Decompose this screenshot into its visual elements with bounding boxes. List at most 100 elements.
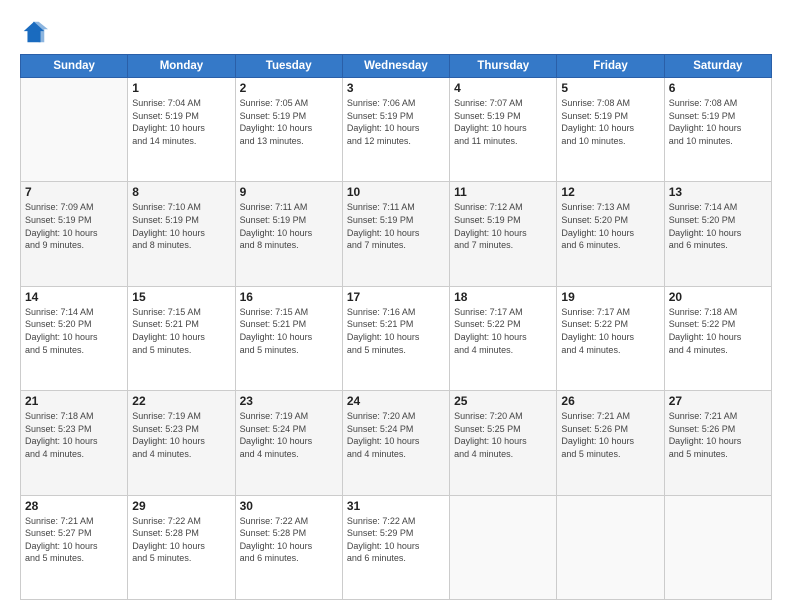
calendar-week-row: 7 Sunrise: 7:09 AM Sunset: 5:19 PM Daylig… <box>21 182 772 286</box>
calendar-day-header: Wednesday <box>342 55 449 78</box>
day-number: 1 <box>132 81 230 95</box>
day-info: Sunrise: 7:22 AM Sunset: 5:29 PM Dayligh… <box>347 515 445 565</box>
day-info: Sunrise: 7:10 AM Sunset: 5:19 PM Dayligh… <box>132 201 230 251</box>
calendar-cell: 18 Sunrise: 7:17 AM Sunset: 5:22 PM Dayli… <box>450 286 557 390</box>
calendar-cell <box>21 78 128 182</box>
day-number: 10 <box>347 185 445 199</box>
calendar-cell: 21 Sunrise: 7:18 AM Sunset: 5:23 PM Dayli… <box>21 391 128 495</box>
day-number: 18 <box>454 290 552 304</box>
day-number: 21 <box>25 394 123 408</box>
calendar-week-row: 21 Sunrise: 7:18 AM Sunset: 5:23 PM Dayli… <box>21 391 772 495</box>
day-info: Sunrise: 7:22 AM Sunset: 5:28 PM Dayligh… <box>132 515 230 565</box>
day-info: Sunrise: 7:08 AM Sunset: 5:19 PM Dayligh… <box>561 97 659 147</box>
calendar-cell: 1 Sunrise: 7:04 AM Sunset: 5:19 PM Daylig… <box>128 78 235 182</box>
day-info: Sunrise: 7:15 AM Sunset: 5:21 PM Dayligh… <box>240 306 338 356</box>
calendar-cell <box>450 495 557 599</box>
calendar-day-header: Tuesday <box>235 55 342 78</box>
day-info: Sunrise: 7:19 AM Sunset: 5:24 PM Dayligh… <box>240 410 338 460</box>
day-number: 7 <box>25 185 123 199</box>
calendar-cell: 10 Sunrise: 7:11 AM Sunset: 5:19 PM Dayli… <box>342 182 449 286</box>
calendar-cell: 30 Sunrise: 7:22 AM Sunset: 5:28 PM Dayli… <box>235 495 342 599</box>
calendar-cell: 31 Sunrise: 7:22 AM Sunset: 5:29 PM Dayli… <box>342 495 449 599</box>
day-info: Sunrise: 7:18 AM Sunset: 5:23 PM Dayligh… <box>25 410 123 460</box>
day-number: 25 <box>454 394 552 408</box>
calendar-cell: 4 Sunrise: 7:07 AM Sunset: 5:19 PM Daylig… <box>450 78 557 182</box>
day-number: 22 <box>132 394 230 408</box>
day-number: 17 <box>347 290 445 304</box>
day-info: Sunrise: 7:09 AM Sunset: 5:19 PM Dayligh… <box>25 201 123 251</box>
calendar-cell: 6 Sunrise: 7:08 AM Sunset: 5:19 PM Daylig… <box>664 78 771 182</box>
day-info: Sunrise: 7:15 AM Sunset: 5:21 PM Dayligh… <box>132 306 230 356</box>
day-number: 27 <box>669 394 767 408</box>
calendar-cell: 14 Sunrise: 7:14 AM Sunset: 5:20 PM Dayli… <box>21 286 128 390</box>
day-number: 31 <box>347 499 445 513</box>
day-number: 19 <box>561 290 659 304</box>
calendar-day-header: Thursday <box>450 55 557 78</box>
calendar-cell: 8 Sunrise: 7:10 AM Sunset: 5:19 PM Daylig… <box>128 182 235 286</box>
day-number: 26 <box>561 394 659 408</box>
calendar-header-row: SundayMondayTuesdayWednesdayThursdayFrid… <box>21 55 772 78</box>
calendar-cell: 20 Sunrise: 7:18 AM Sunset: 5:22 PM Dayli… <box>664 286 771 390</box>
calendar-cell: 27 Sunrise: 7:21 AM Sunset: 5:26 PM Dayli… <box>664 391 771 495</box>
day-number: 3 <box>347 81 445 95</box>
day-number: 23 <box>240 394 338 408</box>
day-info: Sunrise: 7:04 AM Sunset: 5:19 PM Dayligh… <box>132 97 230 147</box>
day-info: Sunrise: 7:17 AM Sunset: 5:22 PM Dayligh… <box>454 306 552 356</box>
calendar-week-row: 14 Sunrise: 7:14 AM Sunset: 5:20 PM Dayli… <box>21 286 772 390</box>
day-info: Sunrise: 7:05 AM Sunset: 5:19 PM Dayligh… <box>240 97 338 147</box>
calendar-cell: 2 Sunrise: 7:05 AM Sunset: 5:19 PM Daylig… <box>235 78 342 182</box>
day-number: 4 <box>454 81 552 95</box>
day-number: 14 <box>25 290 123 304</box>
logo <box>20 18 52 46</box>
day-info: Sunrise: 7:14 AM Sunset: 5:20 PM Dayligh… <box>25 306 123 356</box>
day-number: 16 <box>240 290 338 304</box>
calendar-cell: 15 Sunrise: 7:15 AM Sunset: 5:21 PM Dayli… <box>128 286 235 390</box>
calendar-cell: 16 Sunrise: 7:15 AM Sunset: 5:21 PM Dayli… <box>235 286 342 390</box>
day-info: Sunrise: 7:18 AM Sunset: 5:22 PM Dayligh… <box>669 306 767 356</box>
calendar-cell <box>664 495 771 599</box>
calendar-cell: 28Sunrise: 7:21 AM Sunset: 5:27 PM Dayli… <box>21 495 128 599</box>
day-number: 8 <box>132 185 230 199</box>
page: SundayMondayTuesdayWednesdayThursdayFrid… <box>0 0 792 612</box>
day-info: Sunrise: 7:21 AM Sunset: 5:26 PM Dayligh… <box>561 410 659 460</box>
day-number: 6 <box>669 81 767 95</box>
day-info: Sunrise: 7:12 AM Sunset: 5:19 PM Dayligh… <box>454 201 552 251</box>
calendar-cell: 17Sunrise: 7:16 AM Sunset: 5:21 PM Dayli… <box>342 286 449 390</box>
day-info: Sunrise: 7:21 AM Sunset: 5:27 PM Dayligh… <box>25 515 123 565</box>
calendar-cell: 7 Sunrise: 7:09 AM Sunset: 5:19 PM Daylig… <box>21 182 128 286</box>
calendar-cell: 23 Sunrise: 7:19 AM Sunset: 5:24 PM Dayli… <box>235 391 342 495</box>
day-info: Sunrise: 7:19 AM Sunset: 5:23 PM Dayligh… <box>132 410 230 460</box>
day-number: 29 <box>132 499 230 513</box>
calendar-cell: 13 Sunrise: 7:14 AM Sunset: 5:20 PM Dayli… <box>664 182 771 286</box>
day-number: 2 <box>240 81 338 95</box>
calendar-day-header: Monday <box>128 55 235 78</box>
day-number: 24 <box>347 394 445 408</box>
day-info: Sunrise: 7:08 AM Sunset: 5:19 PM Dayligh… <box>669 97 767 147</box>
calendar-cell: 29 Sunrise: 7:22 AM Sunset: 5:28 PM Dayli… <box>128 495 235 599</box>
day-info: Sunrise: 7:22 AM Sunset: 5:28 PM Dayligh… <box>240 515 338 565</box>
day-info: Sunrise: 7:20 AM Sunset: 5:24 PM Dayligh… <box>347 410 445 460</box>
calendar-cell: 24 Sunrise: 7:20 AM Sunset: 5:24 PM Dayli… <box>342 391 449 495</box>
header <box>20 18 772 46</box>
day-info: Sunrise: 7:11 AM Sunset: 5:19 PM Dayligh… <box>240 201 338 251</box>
logo-icon <box>20 18 48 46</box>
day-info: Sunrise: 7:17 AM Sunset: 5:22 PM Dayligh… <box>561 306 659 356</box>
calendar-cell <box>557 495 664 599</box>
day-info: Sunrise: 7:11 AM Sunset: 5:19 PM Dayligh… <box>347 201 445 251</box>
calendar-day-header: Friday <box>557 55 664 78</box>
day-number: 20 <box>669 290 767 304</box>
calendar-cell: 5 Sunrise: 7:08 AM Sunset: 5:19 PM Daylig… <box>557 78 664 182</box>
calendar-cell: 25Sunrise: 7:20 AM Sunset: 5:25 PM Dayli… <box>450 391 557 495</box>
calendar-cell: 9 Sunrise: 7:11 AM Sunset: 5:19 PM Daylig… <box>235 182 342 286</box>
day-info: Sunrise: 7:21 AM Sunset: 5:26 PM Dayligh… <box>669 410 767 460</box>
calendar-cell: 26 Sunrise: 7:21 AM Sunset: 5:26 PM Dayli… <box>557 391 664 495</box>
day-number: 15 <box>132 290 230 304</box>
day-info: Sunrise: 7:14 AM Sunset: 5:20 PM Dayligh… <box>669 201 767 251</box>
calendar-day-header: Saturday <box>664 55 771 78</box>
day-number: 5 <box>561 81 659 95</box>
day-number: 30 <box>240 499 338 513</box>
day-number: 13 <box>669 185 767 199</box>
day-info: Sunrise: 7:07 AM Sunset: 5:19 PM Dayligh… <box>454 97 552 147</box>
day-number: 9 <box>240 185 338 199</box>
calendar-cell: 12Sunrise: 7:13 AM Sunset: 5:20 PM Dayli… <box>557 182 664 286</box>
